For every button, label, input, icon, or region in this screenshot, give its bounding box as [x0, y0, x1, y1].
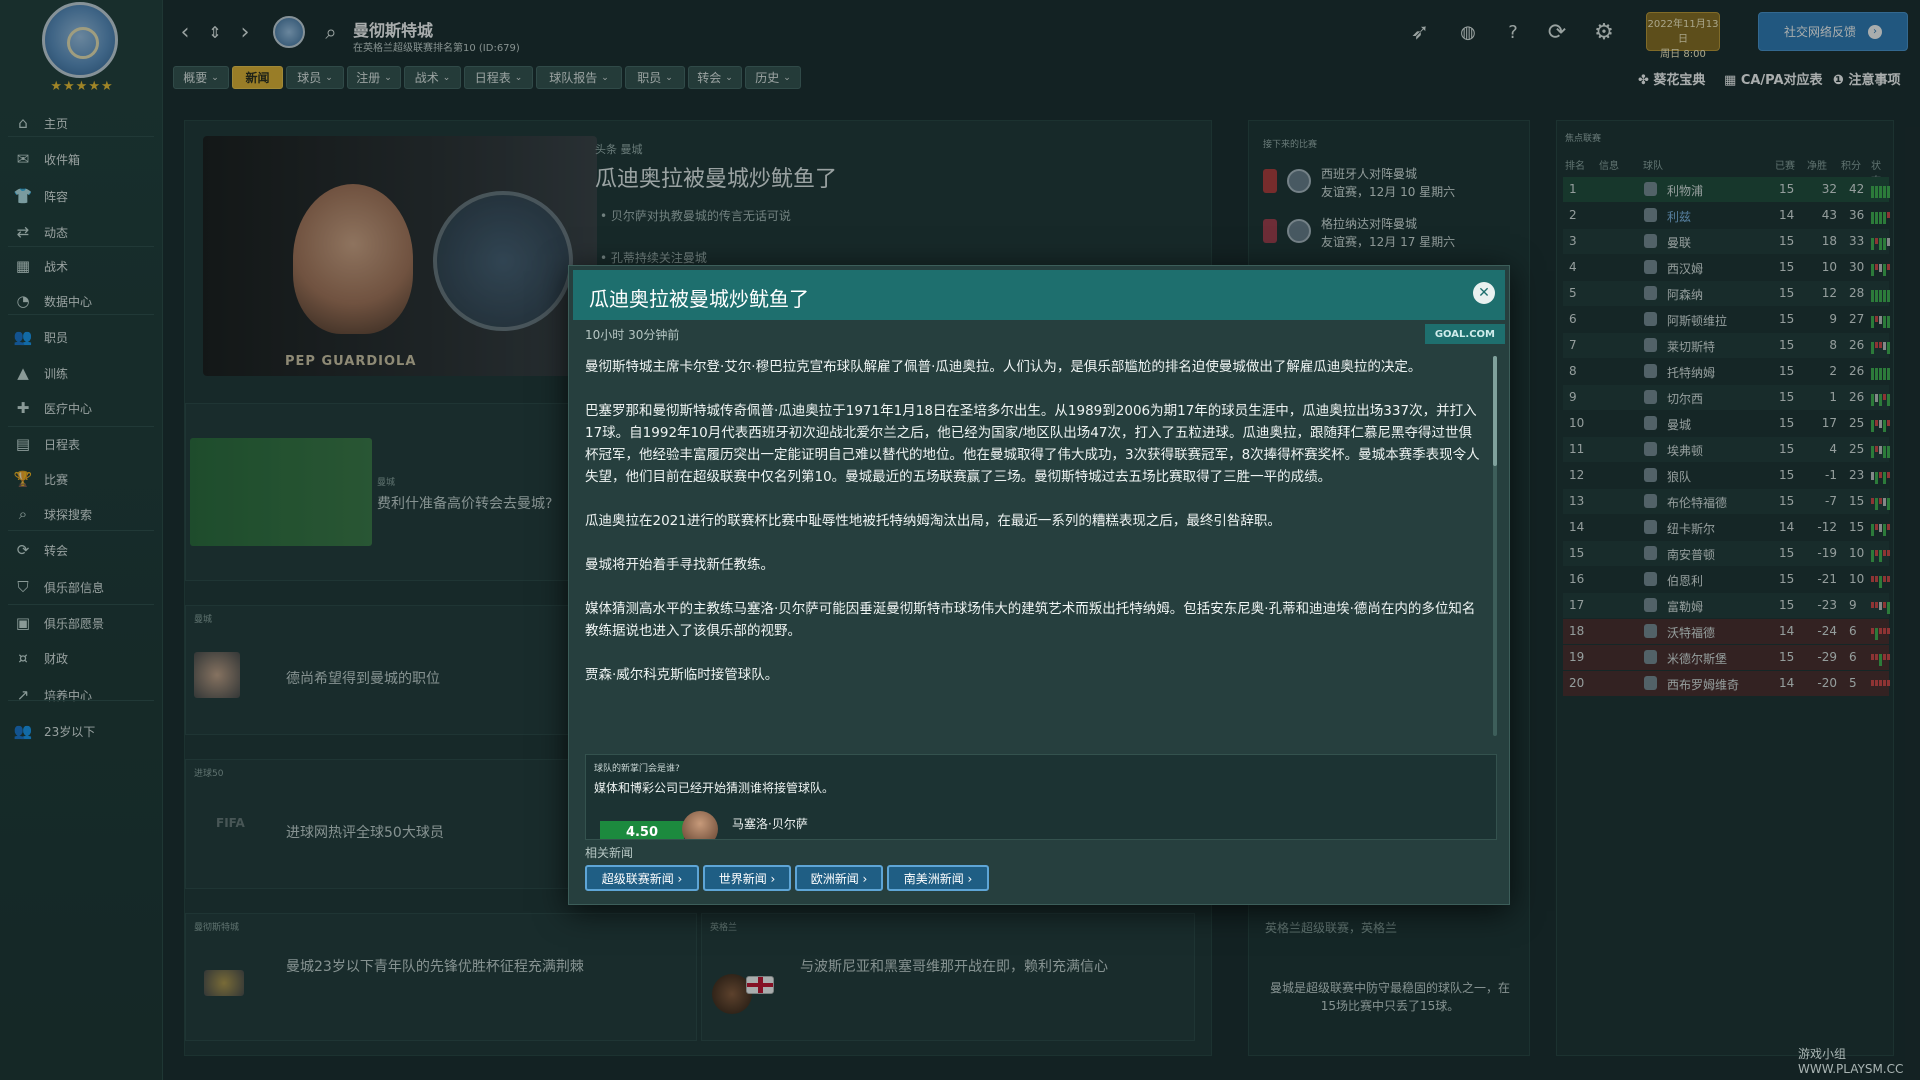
poll-text: 媒体和博彩公司已经开始猜测谁将接管球队。	[594, 781, 835, 795]
article-time: 10小时 30分钟前	[585, 328, 680, 342]
scrollbar-thumb[interactable]	[1493, 356, 1497, 466]
article-source[interactable]: GOAL.COM	[1424, 324, 1505, 344]
related-premier-league-button[interactable]: 超级联赛新闻 ›	[585, 865, 699, 891]
poll-heading: 球队的新掌门会是谁?	[594, 764, 680, 774]
article-paragraph: 曼城将开始着手寻找新任教练。	[585, 557, 774, 573]
article-paragraph: 贾森·威尔科克斯临时接管球队。	[585, 667, 779, 683]
news-article-modal: 瓜迪奥拉被曼城炒鱿鱼了 ✕ 10小时 30分钟前 GOAL.COM 曼彻斯特城主…	[568, 265, 1510, 905]
article-paragraph: 巴塞罗那和曼彻斯特城传奇佩普·瓜迪奥拉于1971年1月18日在圣培多尔出生。从1…	[585, 403, 1480, 485]
modal-title: 瓜迪奥拉被曼城炒鱿鱼了	[589, 287, 809, 311]
betting-odds: 4.50	[600, 821, 684, 839]
related-south-america-button[interactable]: 南美洲新闻 ›	[887, 865, 989, 891]
close-icon[interactable]: ✕	[1473, 282, 1495, 304]
candidate-name[interactable]: 马塞洛·贝尔萨	[732, 815, 808, 832]
watermark: 游戏小组 WWW.PLAYSM.CC	[1798, 1047, 1904, 1076]
modal-header: 瓜迪奥拉被曼城炒鱿鱼了 ✕	[573, 270, 1505, 320]
article-paragraph: 曼彻斯特城主席卡尔登·艾尔·穆巴拉克宣布球队解雇了佩普·瓜迪奥拉。人们认为，是俱…	[585, 359, 1422, 375]
related-news-label: 相关新闻	[585, 846, 634, 860]
related-world-button[interactable]: 世界新闻 ›	[703, 865, 791, 891]
article-paragraph: 瓜迪奥拉在2021进行的联赛杯比赛中耻辱性地被托特纳姆淘汰出局，在最近一系列的糟…	[585, 513, 1281, 529]
article-paragraph: 媒体猜测高水平的主教练马塞洛·贝尔萨可能因垂涎曼彻斯特市球场伟大的建筑艺术而叛出…	[585, 601, 1476, 639]
related-europe-button[interactable]: 欧洲新闻 ›	[795, 865, 883, 891]
candidate-avatar[interactable]	[682, 811, 718, 839]
article-body: 曼彻斯特城主席卡尔登·艾尔·穆巴拉克宣布球队解雇了佩普·瓜迪奥拉。人们认为，是俱…	[585, 356, 1485, 736]
manager-poll-box: 球队的新掌门会是谁? 媒体和博彩公司已经开始猜测谁将接管球队。 4.50 马塞洛…	[585, 754, 1497, 840]
